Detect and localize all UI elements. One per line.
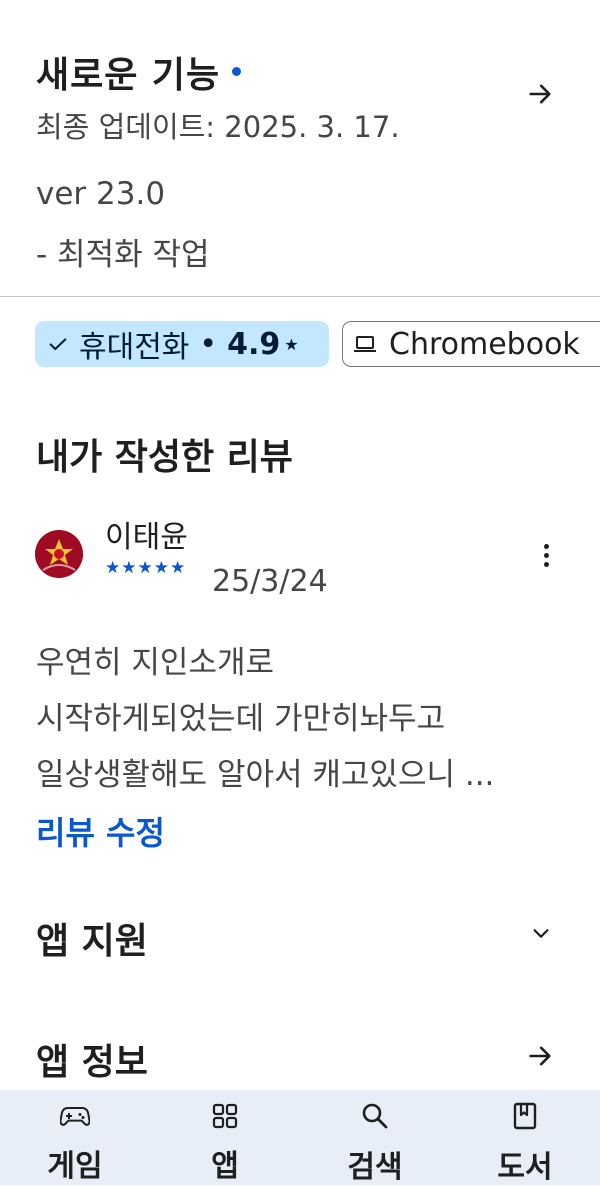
avatar-image <box>35 530 83 578</box>
app-support-expand-button[interactable] <box>521 913 561 953</box>
nav-label: 게임 <box>47 1149 103 1184</box>
laptop-icon <box>354 336 376 352</box>
app-support-title[interactable]: 앱 지원 <box>36 912 148 964</box>
release-note-line: - 최적화 작업 <box>36 237 210 273</box>
more-vert-icon <box>543 543 549 549</box>
bottom-navigation: 게임 앱 검색 도서 <box>0 1090 600 1185</box>
nav-label: 도서 <box>497 1150 553 1185</box>
whats-new-title-text: 새로운 기능 <box>36 55 221 96</box>
search-icon <box>361 1102 389 1130</box>
my-review-title: 내가 작성한 리뷰 <box>36 437 293 478</box>
review-text-line: 우연히 지인소개로 <box>36 645 275 681</box>
check-icon <box>49 338 67 351</box>
star-icon: ★ <box>284 334 299 354</box>
last-updated-text: 최종 업데이트: 2025. 3. 17. <box>36 110 400 144</box>
rating-stars: ★★★★★ <box>105 558 187 578</box>
arrow-right-icon <box>529 84 551 104</box>
review-text-line: 일상생활해도 알아서 캐고있으니 ... <box>36 757 495 793</box>
chip-rating: 4.9 <box>227 326 281 362</box>
chip-separator: • <box>199 326 218 362</box>
app-info-arrow-button[interactable] <box>518 1034 562 1078</box>
gamepad-icon <box>60 1102 90 1129</box>
nav-label: 검색 <box>347 1150 403 1185</box>
nav-label: 앱 <box>211 1149 239 1184</box>
nav-item-apps[interactable]: 앱 <box>150 1090 300 1185</box>
whats-new-title: 새로운 기능 <box>36 46 242 98</box>
edit-review-link[interactable]: 리뷰 수정 <box>36 808 165 854</box>
whats-new-arrow-button[interactable] <box>518 72 562 116</box>
apps-grid-icon <box>212 1102 238 1129</box>
review-text-line: 시작하게되었는데 가만히놔두고 <box>36 701 446 737</box>
more-vert-icon <box>543 552 549 558</box>
more-options-button[interactable] <box>526 533 566 577</box>
nav-item-books[interactable]: 도서 <box>450 1090 600 1185</box>
release-note-line: ver 23.0 <box>36 176 166 212</box>
arrow-right-icon <box>529 1046 551 1066</box>
avatar <box>35 530 83 578</box>
book-icon <box>513 1102 537 1130</box>
reviewer-name: 이태윤 <box>105 520 188 555</box>
more-vert-icon <box>543 561 549 567</box>
app-info-title[interactable]: 앱 정보 <box>36 1033 148 1085</box>
review-date: 25/3/24 <box>212 564 328 599</box>
chip-label: Chromebook <box>389 326 580 362</box>
chevron-down-icon <box>533 929 549 938</box>
section-divider <box>0 296 600 297</box>
new-indicator-dot <box>232 66 242 76</box>
device-chip-chromebook[interactable]: Chromebook <box>342 321 600 367</box>
nav-item-games[interactable]: 게임 <box>0 1090 150 1185</box>
chip-label: 휴대전화 <box>79 330 190 365</box>
nav-item-search[interactable]: 검색 <box>300 1090 450 1185</box>
device-chip-phone[interactable]: 휴대전화 • 4.9 ★ <box>35 321 329 367</box>
